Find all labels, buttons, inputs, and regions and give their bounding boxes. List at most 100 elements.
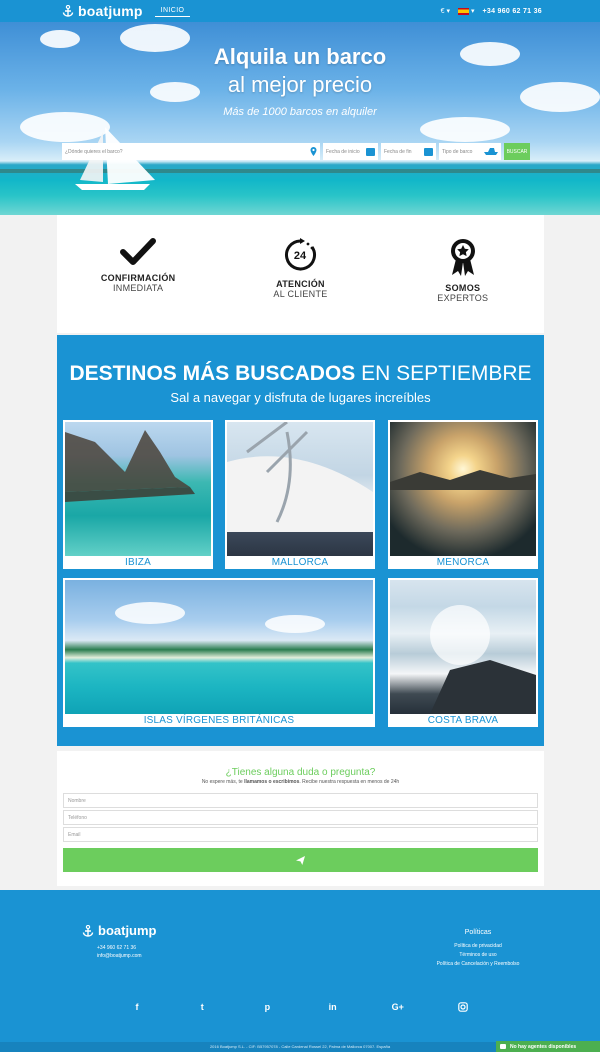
footer-link-privacy[interactable]: Política de privacidad [420,943,536,949]
page: boatjump INICIO € ▾ ▾ +34 960 62 71 36 A… [0,0,600,1052]
search-button[interactable]: BUSCAR [504,143,530,160]
features-section: CONFIRMACIÓN INMEDIATA 24 ATENCIÓN AL CL… [57,215,544,333]
contact-sub-post: . Recibe nuestra respuesta en menos de 2… [299,779,400,785]
anchor-icon [62,5,74,17]
facebook-icon[interactable]: f [130,1000,144,1014]
destinations-subtitle: Sal a navegar y disfruta de lugares incr… [170,390,431,405]
award-medal-icon [450,239,475,276]
feature-line1: CONFIRMACIÓN [100,273,176,283]
footer-link-cancellation[interactable]: Política de Cancelación y Reembolso [420,961,536,967]
chat-label: No hay agentes disponibles [510,1043,577,1050]
header-phone[interactable]: +34 960 62 71 36 [483,8,543,15]
social-links: f t p in G+ [130,1000,470,1014]
linkedin-icon[interactable]: in [326,1000,340,1014]
destinations-title-bold: DESTINOS MÁS BUSCADOS [69,362,356,385]
end-date-placeholder: Fecha de fin [384,148,412,155]
footer-brand-name: boatjump [98,923,157,938]
nav-inicio-link[interactable]: INICIO [154,5,191,17]
hero-title-line2: al mejor precio [227,72,373,97]
destination-card-mallorca[interactable]: MALLORCA [225,420,375,569]
rock-wave-shape [430,605,536,714]
destination-image [390,580,536,714]
boat-type-placeholder: Tipo de barco [442,148,473,155]
chat-icon [500,1044,506,1049]
destination-card-costa-brava[interactable]: COSTA BRAVA [388,578,538,727]
footer: boatjump +34 960 62 71 36 info@boatjump.… [0,890,600,1052]
destination-placeholder: ¿Dónde quieres el barco? [65,148,123,155]
anchor-icon [82,924,94,937]
email-placeholder: Email [68,831,81,838]
contact-subtitle: No espere más, te llamamos o escribimos.… [57,779,544,785]
destinations-title: DESTINOS MÁS BUSCADOS EN SEPTIEMBRE [57,362,544,386]
search-bar: ¿Dónde quieres el barco? Fecha de inicio… [62,143,530,160]
24h-support-icon: 24 [285,238,317,271]
hero-title-line1: Alquila un barco [213,44,387,69]
destination-card-menorca[interactable]: MENORCA [388,420,538,569]
phone-placeholder: Teléfono [68,814,87,821]
mountains-shape [390,470,536,490]
destination-image [227,422,373,556]
feature-support: 24 ATENCIÓN AL CLIENTE [245,237,355,333]
boat-icon [484,148,498,155]
support-badge: 24 [294,250,307,262]
start-date-placeholder: Fecha de inicio [326,148,360,155]
top-navbar: boatjump INICIO € ▾ ▾ +34 960 62 71 36 [0,0,600,22]
cloud-shape [420,117,510,142]
destination-label: MALLORCA [271,557,329,568]
language-selector[interactable]: ▾ [457,7,475,15]
footer-policies-title: Políticas [464,929,492,936]
send-button[interactable] [63,848,538,872]
feature-experts: SOMOS EXPERTOS [408,237,518,333]
yacht-railing-shape [227,422,373,532]
name-placeholder: Nombre [68,797,86,804]
contact-title: ¿Tienes alguna duda o pregunta? [225,767,376,778]
destination-card-ibiza[interactable]: IBIZA [63,420,213,569]
cloud-shape [115,602,185,624]
name-field[interactable]: Nombre [63,793,538,808]
instagram-icon[interactable] [456,1000,470,1014]
start-date-input[interactable]: Fecha de inicio [323,143,378,160]
destination-label: COSTA BRAVA [427,715,499,726]
destination-image [65,422,211,556]
feature-line2: EXPERTOS [437,293,489,303]
language-caret: ▾ [470,8,475,15]
hero-banner: Alquila un barco al mejor precio Más de … [0,22,600,215]
hero-subtitle: Más de 1000 barcos en alquiler [223,106,377,118]
calendar-icon [424,147,433,156]
currency-selector[interactable]: € ▾ [441,7,450,15]
twitter-icon[interactable]: t [195,1000,209,1014]
boat-type-select[interactable]: Tipo de barco [439,143,501,160]
brand-logo[interactable]: boatjump [62,3,143,19]
contact-sub-pre: No espere más, te [201,779,245,785]
chat-widget[interactable]: No hay agentes disponibles [496,1041,600,1052]
feature-line1: SOMOS [445,283,481,293]
contact-sub-bold: llamamos o escribimos [244,779,300,785]
location-pin-icon [310,147,317,156]
feature-line2: AL CLIENTE [273,289,328,299]
paper-plane-icon [296,855,305,865]
destinations-title-rest: EN SEPTIEMBRE [361,362,532,385]
destination-label: MENORCA [436,557,490,568]
destination-input[interactable]: ¿Dónde quieres el barco? [62,143,320,160]
phone-field[interactable]: Teléfono [63,810,538,825]
feature-confirmation: CONFIRMACIÓN INMEDIATA [83,237,193,333]
pinterest-icon[interactable]: p [260,1000,274,1014]
destination-card-bvi[interactable]: ISLAS VÍRGENES BRITÁNICAS [63,578,375,727]
destination-label: IBIZA [124,557,151,568]
feature-line2: INMEDIATA [112,283,164,293]
footer-brand-logo[interactable]: boatjump [82,923,157,938]
footer-phone[interactable]: +34 960 62 71 36 [97,945,136,951]
spain-flag-icon [457,7,469,15]
email-field[interactable]: Email [63,827,538,842]
google-plus-icon[interactable]: G+ [391,1000,405,1014]
destination-image [65,580,373,714]
calendar-icon [366,147,375,156]
cliff-shape [65,430,195,502]
contact-section: ¿Tienes alguna duda o pregunta? No esper… [57,751,544,886]
footer-link-terms[interactable]: Términos de uso [420,952,536,958]
footer-email[interactable]: info@boatjump.com [97,953,142,959]
end-date-input[interactable]: Fecha de fin [381,143,436,160]
destination-label: ISLAS VÍRGENES BRITÁNICAS [143,715,295,726]
destination-image [390,422,536,556]
feature-line1: ATENCIÓN [276,279,325,289]
